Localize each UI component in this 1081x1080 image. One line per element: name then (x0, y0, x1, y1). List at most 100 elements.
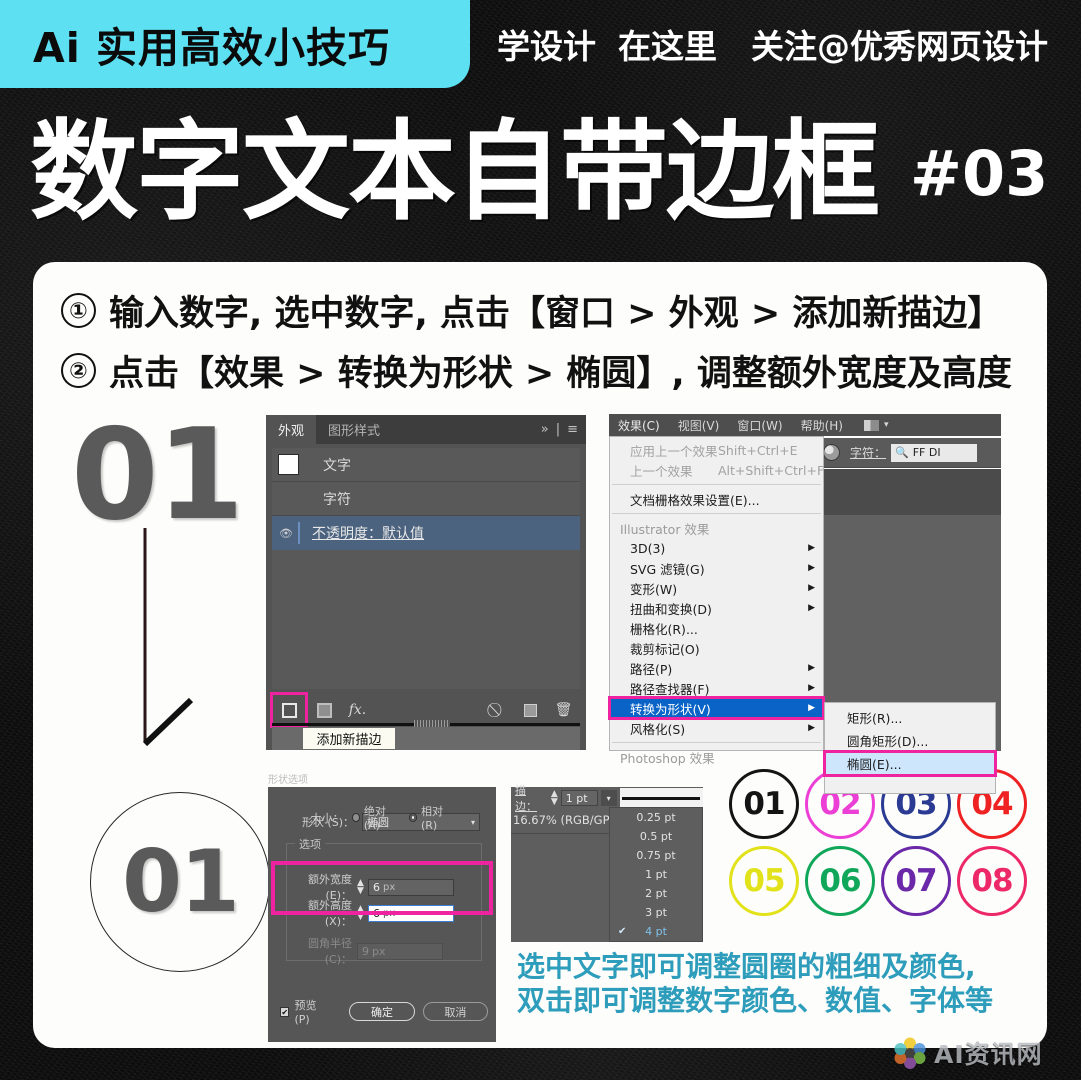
appearance-row-opacity[interactable]: 👁 不透明度：默认值 (272, 516, 580, 550)
menu-item-crop-marks[interactable]: 裁剪标记(O) (610, 638, 823, 658)
radio-relative[interactable] (408, 813, 417, 822)
extra-width-input[interactable]: 6 px (368, 878, 454, 896)
demo-circled-number-label: 01 (122, 832, 240, 932)
add-new-stroke-icon (281, 702, 297, 718)
menu-item-svg-filters-label: SVG 滤镜(G) (630, 561, 705, 577)
cancel-button[interactable]: 取消 (422, 1002, 488, 1021)
panel-resize-grip[interactable] (414, 720, 450, 727)
tab-appearance[interactable]: 外观 (266, 415, 317, 444)
page-title: 数字文本自带边框 (30, 110, 880, 235)
eye-visibility-icon[interactable]: 👁 (278, 527, 294, 540)
chevron-down-icon: ▾ (470, 817, 475, 827)
zoom-status-text: 16.67% (RGB/GPU (513, 813, 618, 827)
menu-item-pathfinder[interactable]: 路径查找器(F) ▶ (610, 678, 823, 698)
appearance-thumbnail-icon[interactable] (823, 444, 840, 461)
menu-item-convert-to-shape[interactable]: 转换为形状(V) ▶ (608, 696, 825, 720)
stroke-option-1[interactable]: 1 pt (610, 865, 702, 884)
fill-color-swatch[interactable] (278, 454, 299, 475)
menu-item-apply-last-effect-shortcut: Shift+Ctrl+E (718, 442, 798, 458)
menu-section-photoshop-effects: Photoshop 效果 (620, 750, 715, 766)
number-circle-cell: 08 (954, 843, 1030, 921)
stroke-label[interactable]: 描边： (515, 782, 545, 814)
menubar-item-help[interactable]: 帮助(H) (792, 417, 852, 434)
preview-checkbox[interactable]: ✔ (280, 1006, 290, 1017)
extra-height-stepper[interactable]: ▲ ▼ (357, 905, 368, 922)
clear-appearance-button[interactable]: ⃠ (481, 695, 514, 725)
extra-width-stepper[interactable]: ▲ ▼ (357, 879, 368, 896)
chevron-double-right-icon[interactable]: » (541, 422, 549, 437)
menu-item-distort-transform[interactable]: 扭曲和变换(D) ▶ (610, 598, 823, 618)
step-2-marker: ② (61, 352, 96, 388)
menu-item-rasterize[interactable]: 栅格化(R)... (610, 618, 823, 638)
number-circle-cell: 05 (726, 843, 802, 921)
extra-height-unit: px (383, 907, 396, 919)
illustrator-menubar: 效果(C) 视图(V) 窗口(W) 帮助(H) ▾ (609, 414, 1001, 436)
submenu-arrow-icon: ▶ (808, 563, 815, 573)
chevron-down-icon[interactable]: ▾ (884, 420, 889, 430)
illustrator-canvas-strip-upper (809, 469, 1001, 515)
size-mode-row: 大小： 绝对 (A) 相对 (R) (278, 803, 458, 832)
stroke-option-0-5[interactable]: 0.5 pt (610, 827, 702, 846)
menu-item-last-effect-label: 上一个效果 (630, 463, 693, 479)
tab-graphic-styles[interactable]: 图形样式 (316, 415, 392, 444)
number-circle-01: 01 (729, 768, 799, 839)
submenu-item-rounded-rectangle[interactable]: 圆角矩形(D)... (825, 729, 995, 752)
character-label[interactable]: 字符： (850, 444, 886, 461)
add-new-effect-button[interactable]: fx. (341, 695, 374, 725)
menu-item-svg-filters[interactable]: SVG 滤镜(G) ▶ (610, 558, 823, 578)
stroke-weight-panel: 描边： ▲ ▼ 1 pt ▾ 16.67% (RGB/GPU 0.25 pt 0.… (511, 784, 703, 942)
menu-item-apply-last-effect[interactable]: 应用上一个效果 Shift+Ctrl+E (610, 440, 823, 460)
menubar-item-window[interactable]: 窗口(W) (728, 417, 791, 434)
bottom-note-line-2: 双击即可调整数字颜色、数值、字体等 (517, 984, 994, 1018)
content-card: ① 输入数字, 选中数字, 点击【窗口 > 外观 > 添加新描边】 ② 点击【效… (33, 262, 1047, 1048)
appearance-panel-header-icons: » | ≡ (541, 415, 578, 444)
radio-absolute[interactable] (351, 813, 360, 822)
menu-item-path[interactable]: 路径(P) ▶ (610, 658, 823, 678)
illustrator-control-bar: 字符： 🔍 FF DI (809, 438, 1001, 468)
menu-item-document-raster-effects[interactable]: 文档栅格效果设置(E)... (610, 489, 823, 509)
submenu-item-ellipse[interactable]: 椭圆(E)... (823, 750, 997, 777)
menu-section-illustrator-effects: Illustrator 效果 (620, 521, 710, 537)
stroke-option-0-75[interactable]: 0.75 pt (610, 846, 702, 865)
submenu-item-rectangle[interactable]: 矩形(R)... (825, 706, 995, 729)
menu-item-warp[interactable]: 变形(W) ▶ (610, 578, 823, 598)
radio-relative-label: 相对 (R) (420, 805, 443, 832)
menu-item-stylize[interactable]: 风格化(S) ▶ (610, 718, 823, 738)
extra-height-input[interactable]: 6 px (368, 904, 454, 922)
effect-dropdown-menu: 应用上一个效果 Shift+Ctrl+E 上一个效果 Alt+Shift+Ctr… (608, 436, 825, 766)
stroke-weight-dropdown-toggle[interactable]: ▾ (600, 790, 617, 806)
appearance-row-character[interactable]: 字符 (272, 482, 580, 516)
ok-button[interactable]: 确定 (349, 1002, 415, 1021)
menubar-item-effect[interactable]: 效果(C) (609, 417, 669, 434)
menu-item-3d[interactable]: 3D(3) ▶ (610, 538, 823, 558)
stroke-option-4[interactable]: 4 pt (610, 922, 702, 941)
hamburger-menu-icon[interactable]: ≡ (567, 422, 578, 437)
font-family-input[interactable]: 🔍 FF DI (891, 443, 978, 462)
menubar-item-view[interactable]: 视图(V) (669, 417, 729, 434)
stroke-weight-value[interactable]: 1 pt (560, 790, 598, 806)
stroke-option-2[interactable]: 2 pt (610, 884, 702, 903)
bottom-note-line-1: 选中文字即可调整圆圈的粗细及颜色, (517, 950, 976, 983)
appearance-row-character-label: 字符 (323, 491, 351, 508)
appearance-row-text[interactable]: 文字 (272, 448, 580, 482)
menu-item-last-effect[interactable]: 上一个效果 Alt+Shift+Ctrl+F (610, 460, 824, 480)
banner-text-follow: 关注@优秀网页设计 (751, 27, 1048, 66)
menubar-workspace-switcher[interactable]: ▾ (863, 419, 889, 431)
top-banner: Ai 实用高效小技巧 学设计 在这里 关注@优秀网页设计 (0, 0, 1081, 92)
banner-right-text-group: 学设计 在这里 关注@优秀网页设计 (497, 0, 1048, 88)
add-new-fill-button[interactable] (308, 695, 341, 725)
appearance-panel-tabs: 外观 图形样式 » | ≡ (266, 415, 586, 444)
flow-arrow-icon (142, 528, 194, 747)
banner-text-here: 在这里 (618, 27, 717, 66)
stroke-weight-stepper[interactable]: ▲ ▼ (551, 790, 558, 807)
add-new-fill-icon (317, 702, 332, 718)
stroke-option-3[interactable]: 3 pt (610, 903, 702, 922)
duplicate-item-button[interactable] (514, 695, 547, 725)
tooltip-add-new-stroke: 添加新描边 (302, 727, 396, 750)
delete-item-button[interactable]: 🗑 (547, 695, 580, 725)
size-mode-label: 大小： (310, 811, 344, 825)
extra-width-unit: px (383, 881, 396, 893)
stroke-weight-row: 描边： ▲ ▼ 1 pt ▾ (511, 784, 703, 813)
submenu-arrow-icon: ▶ (808, 703, 815, 713)
stroke-option-0-25[interactable]: 0.25 pt (610, 808, 702, 827)
